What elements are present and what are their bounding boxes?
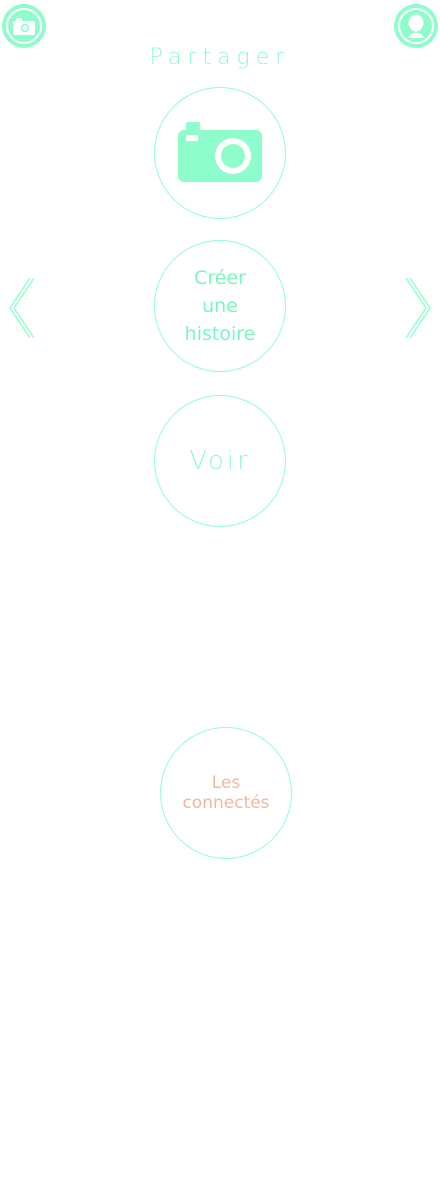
connected-users-button[interactable]: Les connectés xyxy=(160,727,292,859)
share-photo-button[interactable] xyxy=(154,87,286,219)
chevron-left-icon[interactable] xyxy=(6,276,34,340)
header-camera-button[interactable] xyxy=(2,4,46,48)
camera-icon xyxy=(178,122,262,182)
create-story-button[interactable]: Créer une histoire xyxy=(154,240,286,372)
header-profile-button[interactable] xyxy=(394,4,438,48)
chevron-right-icon[interactable] xyxy=(406,276,434,340)
user-icon xyxy=(408,14,424,38)
create-story-label: Créer une histoire xyxy=(184,267,256,345)
share-label: Partager xyxy=(149,45,291,70)
camera-icon xyxy=(13,18,35,35)
view-button[interactable]: Voir xyxy=(154,395,286,527)
view-label: Voir xyxy=(189,446,251,476)
connected-users-label: Les connectés xyxy=(182,773,270,813)
